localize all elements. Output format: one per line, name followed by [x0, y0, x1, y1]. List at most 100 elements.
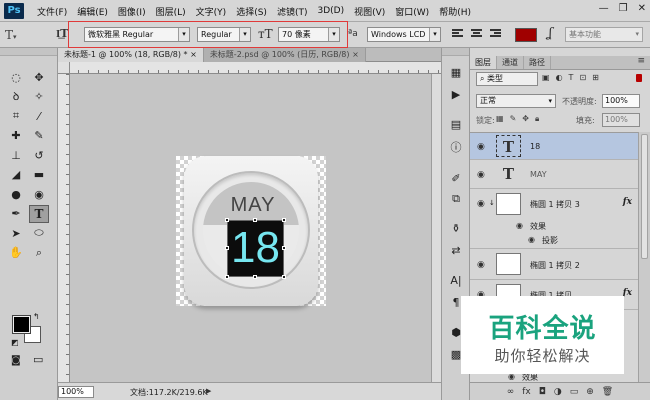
shape-filter-icon[interactable]: ⊡	[579, 73, 586, 82]
layer-row[interactable]: ◉ 椭圆 1 拷贝 2	[470, 249, 638, 280]
align-right-icon[interactable]	[490, 29, 501, 39]
properties-panel-icon[interactable]: ▤	[447, 116, 465, 133]
month-text[interactable]: MAY	[194, 194, 308, 217]
text-orientation-icon[interactable]: I͟T	[56, 27, 68, 40]
minimize-icon[interactable]: —	[599, 3, 609, 14]
info-panel-icon[interactable]: ⓘ	[447, 138, 465, 155]
fill-field[interactable]: 100%	[602, 113, 640, 127]
menu-layer[interactable]: 图层(L)	[151, 5, 191, 18]
smart-object-filter-icon[interactable]: ⊞	[592, 73, 599, 82]
blur-tool-icon[interactable]: ●	[6, 185, 26, 203]
clone-source-panel-icon[interactable]: ⧉	[447, 190, 465, 207]
tab-document-2[interactable]: 未标题-2.psd @ 100% (日历, RGB/8) ×	[203, 48, 366, 62]
layers-scrollbar[interactable]	[638, 132, 650, 382]
crop-tool-icon[interactable]: ⌗	[6, 107, 26, 125]
day-text[interactable]: 18	[228, 223, 283, 273]
history-brush-tool-icon[interactable]: ↺	[29, 146, 49, 164]
brush-panel-icon[interactable]: ✐	[447, 170, 465, 187]
transform-handle[interactable]	[225, 246, 229, 250]
magic-wand-tool-icon[interactable]: ✧	[29, 88, 49, 106]
align-left-icon[interactable]	[452, 29, 463, 39]
close-icon[interactable]: ×	[190, 50, 197, 59]
vertical-ruler[interactable]	[58, 74, 70, 382]
quick-mask-icon[interactable]: ◙	[11, 355, 21, 366]
adjustment-layer-icon[interactable]: ◑	[554, 387, 562, 397]
panel-menu-icon[interactable]: ≡	[637, 56, 645, 66]
layer-row[interactable]: ◉ T MAY	[470, 160, 638, 189]
tool-preset-picker[interactable]: T▾	[5, 28, 33, 42]
dodge-tool-icon[interactable]: ◉	[29, 185, 49, 203]
eye-icon[interactable]: ◉	[477, 142, 485, 152]
canvas-area[interactable]: MAY 18	[70, 74, 431, 382]
eye-icon[interactable]: ◉	[477, 260, 485, 270]
tab-document-1[interactable]: 未标题-1 @ 100% (18, RGB/8) * ×	[58, 48, 204, 62]
transform-handle[interactable]	[225, 218, 229, 222]
menu-filter[interactable]: 滤镜(T)	[272, 5, 313, 18]
layer-kind-select[interactable]: ⌕ 类型	[476, 72, 538, 86]
warp-text-icon[interactable]: ʆ	[548, 26, 552, 41]
effects-row[interactable]: ◉ 效果	[470, 219, 638, 232]
adjustments-panel-icon[interactable]: ⇄	[447, 242, 465, 259]
panel-grip[interactable]	[442, 48, 469, 56]
transform-handle[interactable]	[282, 218, 286, 222]
align-center-icon[interactable]	[471, 29, 482, 39]
document-canvas[interactable]: MAY 18	[176, 156, 326, 306]
move-tool-icon[interactable]: ✥	[29, 68, 49, 86]
font-family-select[interactable]: 微软雅黑 Regular ▾	[84, 27, 190, 42]
trash-icon[interactable]: 🗑︎	[602, 387, 613, 397]
lock-position-icon[interactable]: ✥	[522, 114, 529, 124]
hand-tool-icon[interactable]: ✋	[6, 244, 26, 262]
lock-transparent-icon[interactable]: ▦	[496, 114, 504, 124]
eraser-tool-icon[interactable]: ◢	[6, 166, 26, 184]
menu-3d[interactable]: 3D(D)	[312, 6, 349, 16]
menu-type[interactable]: 文字(Y)	[191, 5, 232, 18]
type-tool-icon[interactable]: T	[29, 204, 49, 223]
zoom-tool-icon[interactable]: ⌕	[29, 244, 49, 262]
opacity-field[interactable]: 100%	[602, 94, 640, 108]
tool-presets-icon[interactable]: ⚱	[447, 220, 465, 237]
ellipse-tool-icon[interactable]: ⬭	[29, 224, 49, 242]
swap-colors-icon[interactable]: ↰	[33, 312, 40, 321]
actions-panel-icon[interactable]: ▶	[447, 86, 465, 103]
eye-icon[interactable]: ◉	[477, 170, 485, 180]
transform-handle[interactable]	[253, 275, 257, 279]
fx-icon[interactable]: fx	[623, 197, 632, 207]
restore-icon[interactable]: ❐	[619, 3, 628, 14]
filter-toggle-icon[interactable]	[636, 74, 642, 82]
chevron-right-icon[interactable]: ▶	[206, 387, 211, 395]
transform-handle[interactable]	[282, 275, 286, 279]
day-text-box[interactable]: 18	[225, 218, 286, 279]
history-panel-icon[interactable]: ▦	[447, 64, 465, 81]
transform-handle[interactable]	[225, 275, 229, 279]
text-color-swatch[interactable]	[515, 28, 537, 42]
transform-handle[interactable]	[282, 246, 286, 250]
character-panel-icon[interactable]: A|	[447, 272, 465, 289]
effect-row[interactable]: ◉ 投影	[470, 233, 638, 246]
menu-help[interactable]: 帮助(H)	[434, 5, 476, 18]
menu-select[interactable]: 选择(S)	[231, 5, 272, 18]
panel-grip[interactable]	[0, 48, 57, 56]
adjustment-filter-icon[interactable]: ◐	[556, 73, 563, 82]
pixel-filter-icon[interactable]: ▣	[542, 73, 550, 82]
canvas-vertical-scrollbar[interactable]	[431, 74, 441, 382]
workspace-select[interactable]: 基本功能 ▾	[565, 27, 643, 42]
brush-tool-icon[interactable]: ✎	[29, 127, 49, 145]
eye-icon[interactable]: ◉	[477, 199, 485, 209]
healing-brush-tool-icon[interactable]: ✚	[6, 127, 26, 145]
close-icon[interactable]: ✕	[638, 3, 646, 14]
gradient-tool-icon[interactable]: ▬	[29, 166, 49, 184]
screen-mode-icon[interactable]: ▭	[33, 353, 43, 366]
menu-window[interactable]: 窗口(W)	[390, 5, 434, 18]
fx-menu-icon[interactable]: fx	[522, 387, 531, 397]
layer-row[interactable]: ◉ ↓ 椭圆 1 拷贝 3 fx ◉ 效果 ◉ 投影	[470, 189, 638, 249]
new-group-icon[interactable]: ▭	[570, 387, 579, 397]
fx-icon[interactable]: fx	[623, 288, 632, 298]
new-layer-icon[interactable]: ⊕	[586, 387, 594, 397]
transform-handle[interactable]	[253, 218, 257, 222]
tab-layers[interactable]: 图层	[470, 56, 497, 69]
eye-icon[interactable]: ◉	[516, 221, 523, 230]
tab-channels[interactable]: 通道	[497, 56, 524, 69]
ruler-origin[interactable]	[58, 62, 70, 74]
lock-all-icon[interactable]: 🔒︎	[535, 114, 539, 124]
font-style-select[interactable]: Regular ▾	[197, 27, 251, 42]
